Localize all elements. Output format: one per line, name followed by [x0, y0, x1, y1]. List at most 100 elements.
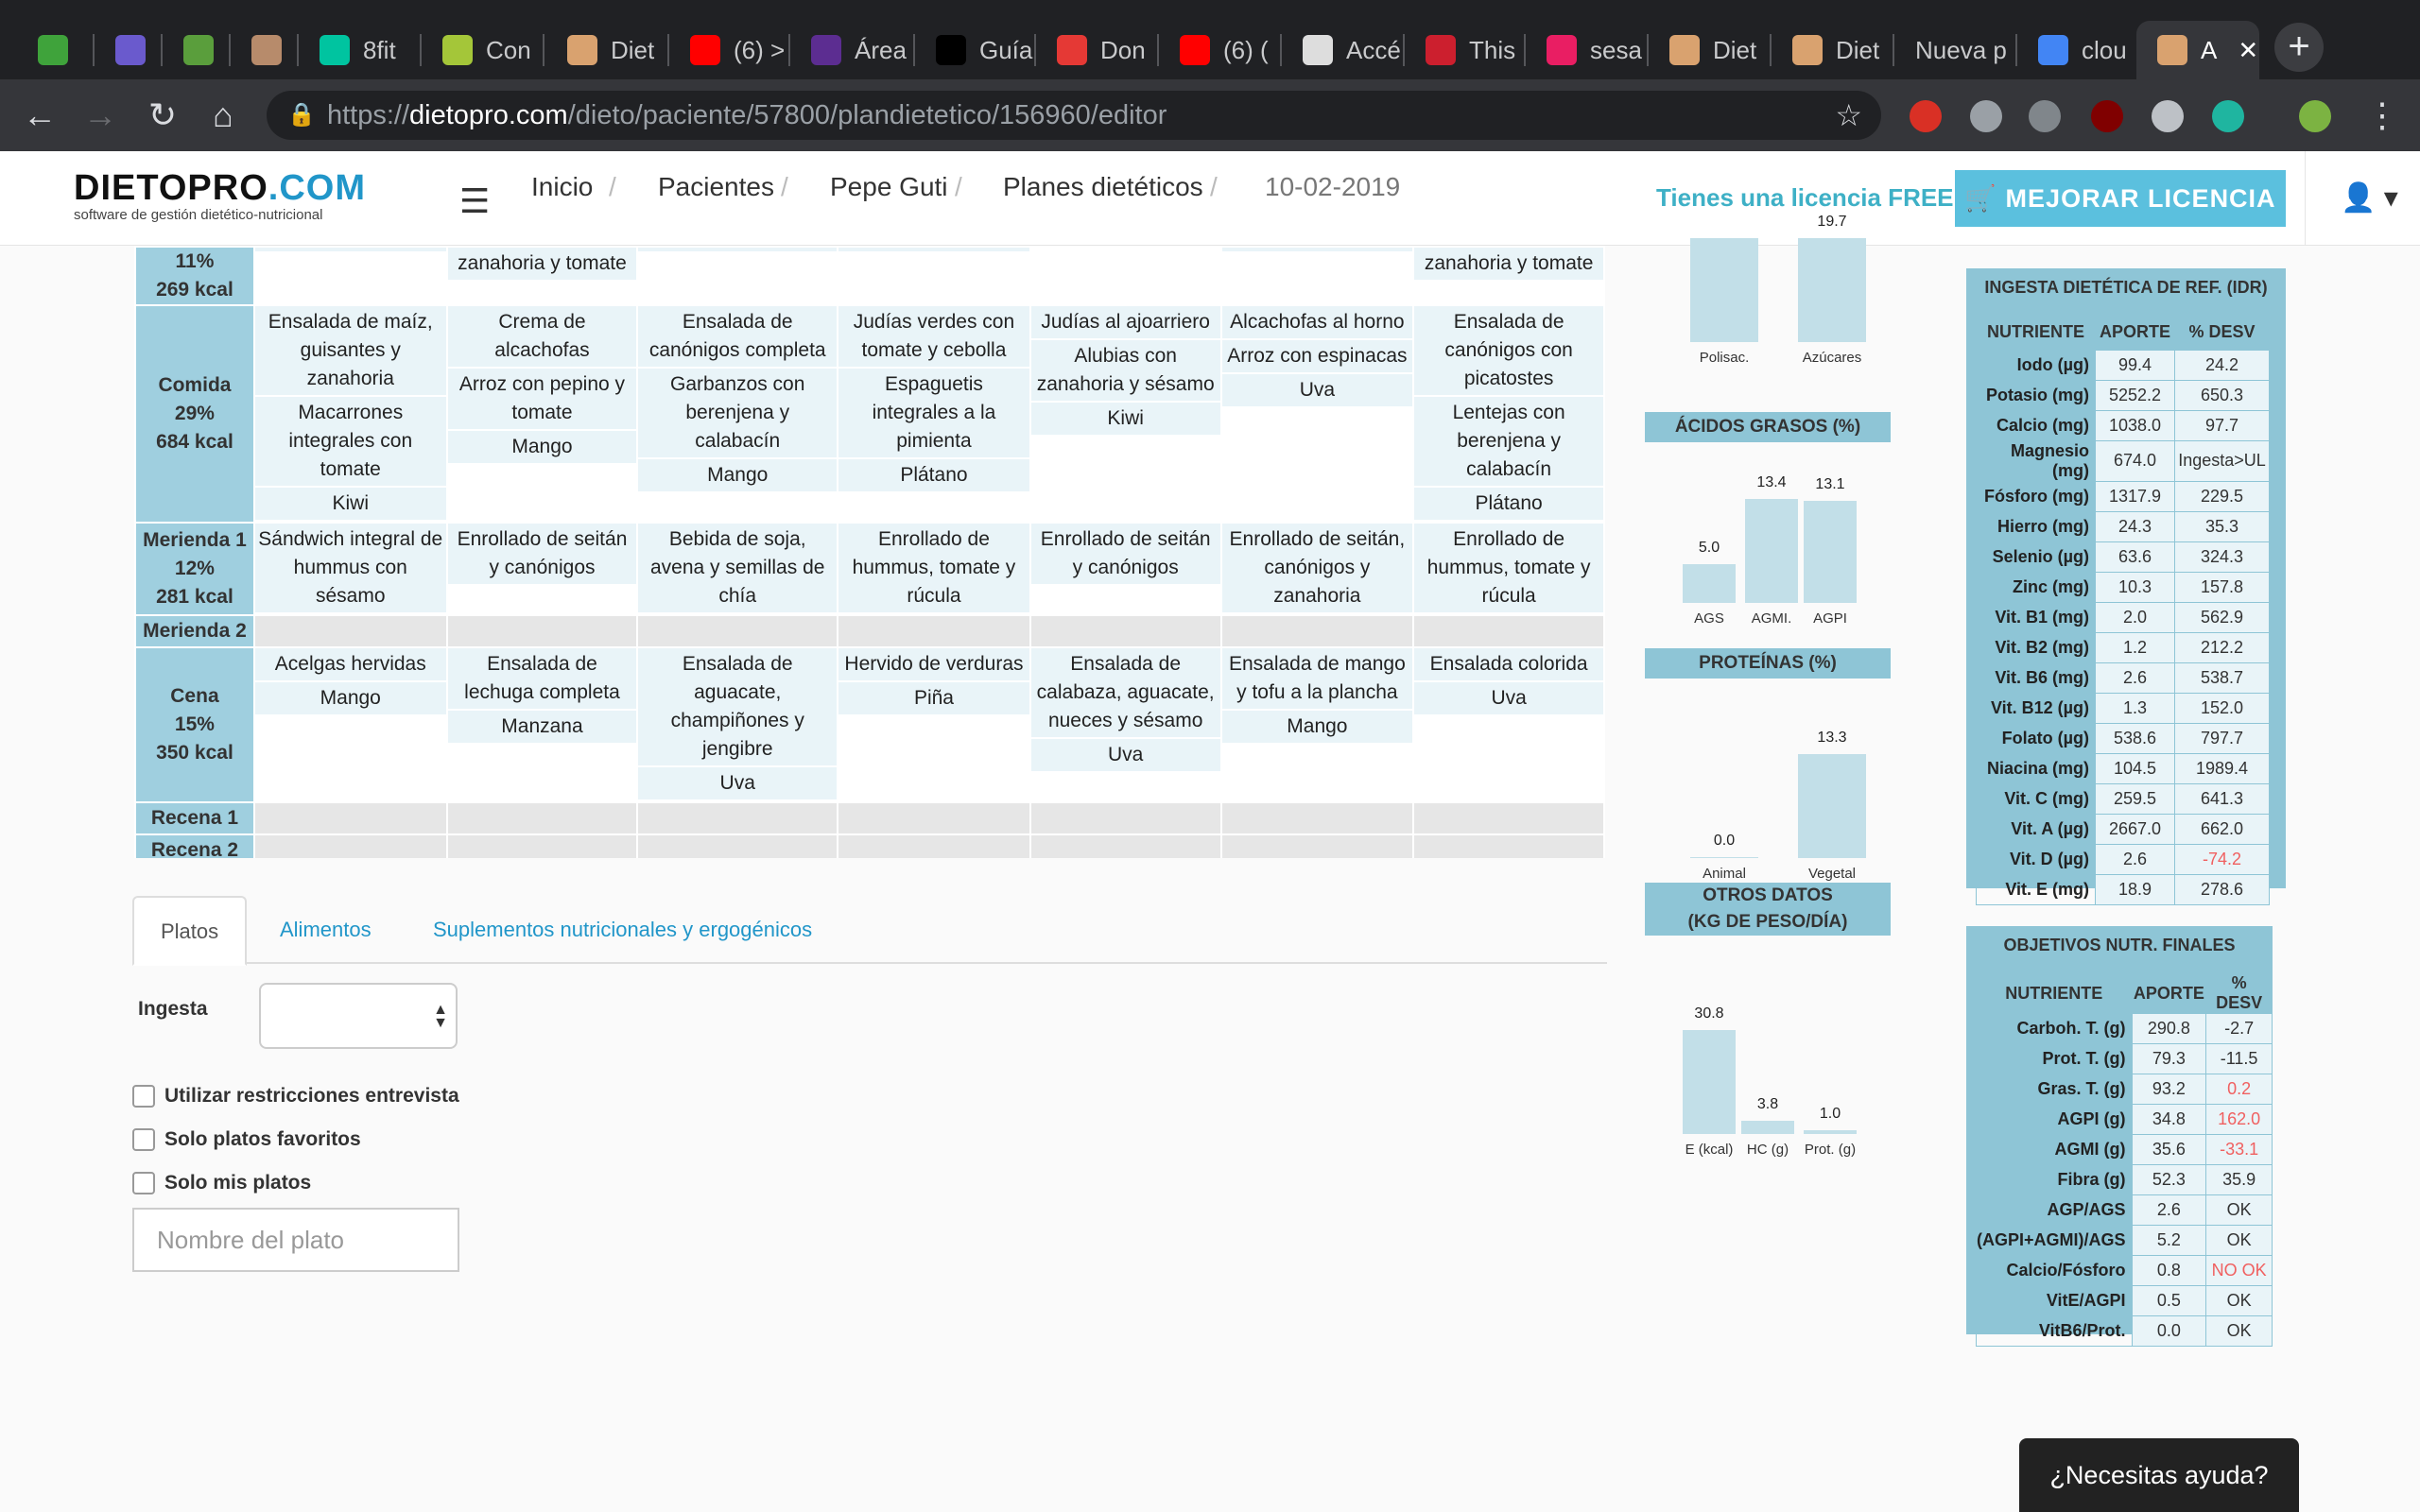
checkbox-favoritos[interactable]: Solo platos favoritos: [132, 1128, 361, 1151]
dish-item[interactable]: Plátano: [1414, 488, 1603, 522]
dish-item[interactable]: Ensalada de mango y tofu a la plancha: [1221, 648, 1413, 711]
checkbox-mis-platos[interactable]: Solo mis platos: [132, 1172, 311, 1194]
dish-item[interactable]: Ensalada de canónigos completa: [638, 306, 838, 369]
breadcrumb-inicio[interactable]: Inicio: [531, 172, 593, 202]
hamburger-menu-icon[interactable]: ☰: [459, 181, 490, 221]
dish-item[interactable]: Mango: [638, 459, 838, 493]
dish-item[interactable]: Piña: [838, 682, 1029, 716]
plan-cell[interactable]: canónigos: [252, 246, 448, 306]
plan-cell[interactable]: Enrollado de hummus, tomate y rúcula: [837, 522, 1031, 616]
breadcrumb-planes[interactable]: Planes dietéticos: [1003, 172, 1203, 202]
checkbox-restricciones[interactable]: Utilizar restricciones entrevista: [132, 1085, 459, 1108]
plan-cell[interactable]: [1028, 246, 1222, 306]
plan-cell[interactable]: Hervido de verduras Piña: [837, 646, 1031, 803]
dish-item[interactable]: Uva: [638, 767, 838, 801]
back-icon[interactable]: ←: [15, 91, 64, 140]
dish-item[interactable]: Enrollado de seitán, canónigos y zanahor…: [1221, 524, 1413, 614]
dish-item[interactable]: Macarrones integrales con tomate: [254, 397, 446, 488]
menu-dots-icon[interactable]: ⋮: [2358, 91, 2407, 140]
plan-cell[interactable]: Ensalada de calabaza, aguacate, nueces y…: [1028, 646, 1222, 803]
dish-item[interactable]: Mango: [254, 682, 446, 716]
tab-alimentos[interactable]: Alimentos: [253, 896, 398, 964]
dish-item[interactable]: Lentejas con berenjena y calabacín: [1414, 397, 1603, 488]
plan-cell[interactable]: Enrollado de seitán, canónigos y zanahor…: [1219, 522, 1415, 616]
browser-tab[interactable]: Guía: [915, 21, 1034, 79]
checkbox-box[interactable]: [132, 1085, 155, 1108]
dish-item[interactable]: Uva: [1030, 739, 1220, 773]
dish-item[interactable]: Kiwi: [254, 488, 446, 522]
dish-item[interactable]: Judías al ajoarriero: [1030, 306, 1220, 340]
user-menu-icon[interactable]: 👤 ▾: [2341, 181, 2398, 215]
dish-item[interactable]: Alubias con zanahoria y sésamo: [1030, 340, 1220, 403]
forward-icon[interactable]: →: [76, 91, 125, 140]
dish-item[interactable]: Bebida de soja, avena y semillas de chía: [638, 524, 838, 614]
dish-item[interactable]: Alcachofas al horno: [1221, 306, 1413, 340]
plan-cell[interactable]: Ensalada de aguacate, champiñones y jeng…: [636, 646, 839, 803]
close-tab-icon[interactable]: ✕: [2238, 36, 2258, 65]
new-tab-button[interactable]: +: [2274, 23, 2324, 72]
plan-cell[interactable]: Ensalada de maíz, guisantes y zanahoria M…: [252, 304, 448, 524]
extension-icon[interactable]: [2091, 100, 2123, 132]
dish-item[interactable]: canónigos: [838, 246, 1029, 253]
extension-icon[interactable]: [2212, 100, 2244, 132]
address-bar[interactable]: 🔒 https://dietopro.com/dieto/paciente/57…: [267, 91, 1881, 140]
bookmark-star-icon[interactable]: ☆: [1835, 91, 1862, 140]
browser-tab[interactable]: sesa: [1526, 21, 1647, 79]
plan-cell[interactable]: Enrollado de seitán y canónigos: [445, 522, 639, 616]
browser-tab[interactable]: Accé: [1282, 21, 1403, 79]
breadcrumb-pacientes[interactable]: Pacientes: [658, 172, 774, 202]
checkbox-box[interactable]: [132, 1172, 155, 1194]
dish-item[interactable]: Enrollado de hummus, tomate y rúcula: [1414, 524, 1603, 614]
dish-item[interactable]: lechuga, rúcula, zanahoria y tomate: [447, 246, 637, 282]
plan-cell[interactable]: canónigos: [1219, 246, 1415, 306]
dish-item[interactable]: Ensalada de maíz, guisantes y zanahoria: [254, 306, 446, 397]
logo[interactable]: DIETOPRO.COM software de gestión dietéti…: [74, 168, 366, 223]
extension-icon[interactable]: [1970, 100, 2002, 132]
plan-cell[interactable]: Crema de alcachofas Arroz con pepino y to…: [445, 304, 639, 524]
plan-cell[interactable]: Bebida de soja, avena y semillas de chía: [636, 522, 839, 616]
plan-cell[interactable]: lechuga, rúcula, zanahoria y tomate: [1412, 246, 1605, 306]
ingesta-select[interactable]: ▲ ▼: [259, 983, 458, 1049]
plan-cell[interactable]: Ensalada de mango y tofu a la plancha Man…: [1219, 646, 1415, 803]
dish-item[interactable]: Plátano: [838, 459, 1029, 493]
browser-tab[interactable]: (6) (: [1159, 21, 1280, 79]
dish-item[interactable]: Ensalada colorida: [1414, 648, 1603, 682]
dish-item[interactable]: Uva: [1414, 682, 1603, 716]
browser-tab[interactable]: 8fit: [299, 21, 420, 79]
dish-item[interactable]: plátano y arándanos: [638, 246, 838, 253]
tab-suplementos[interactable]: Suplementos nutricionales y ergogénicos: [406, 896, 838, 964]
dish-item[interactable]: canónigos: [254, 246, 446, 253]
plan-cell[interactable]: Ensalada colorida Uva: [1412, 646, 1605, 803]
browser-tab[interactable]: Nueva p: [1894, 21, 2015, 79]
profile-avatar[interactable]: [2299, 100, 2331, 132]
browser-tab[interactable]: Diet: [1772, 21, 1893, 79]
dish-item[interactable]: Ensalada de calabaza, aguacate, nueces y…: [1030, 648, 1220, 739]
plan-cell[interactable]: Judías verdes con tomate y cebolla Espagu…: [837, 304, 1031, 524]
plan-cell[interactable]: Acelgas hervidas Mango: [252, 646, 448, 803]
plato-name-input[interactable]: Nombre del plato: [132, 1208, 459, 1272]
dish-item[interactable]: Judías verdes con tomate y cebolla: [838, 306, 1029, 369]
dish-item[interactable]: Manzana: [447, 711, 637, 745]
browser-tab[interactable]: Con: [422, 21, 543, 79]
dish-item[interactable]: Ensalada de aguacate, champiñones y jeng…: [638, 648, 838, 767]
dish-item[interactable]: Ensalada de canónigos con picatostes: [1414, 306, 1603, 397]
dish-item[interactable]: Acelgas hervidas: [254, 648, 446, 682]
dish-item[interactable]: Arroz con pepino y tomate: [447, 369, 637, 431]
home-icon[interactable]: ⌂: [199, 91, 248, 140]
dish-item[interactable]: Sándwich integral de hummus con sésamo: [254, 524, 446, 614]
plan-cell[interactable]: Ensalada de lechuga completa Manzana: [445, 646, 639, 803]
dish-item[interactable]: Mango: [1221, 711, 1413, 745]
plan-cell[interactable]: Enrollado de seitán y canónigos: [1028, 522, 1222, 616]
plan-cell[interactable]: plátano y arándanos: [636, 246, 839, 306]
browser-tab[interactable]: Don: [1036, 21, 1157, 79]
reload-icon[interactable]: ↻: [138, 91, 187, 140]
browser-tab[interactable]: [17, 21, 93, 79]
plan-cell[interactable]: Ensalada de canónigos con picatostes Lent…: [1412, 304, 1605, 524]
dish-item[interactable]: Garbanzos con berenjena y calabacín: [638, 369, 838, 459]
dish-item[interactable]: Uva: [1221, 374, 1413, 408]
dish-item[interactable]: Ensalada de lechuga completa: [447, 648, 637, 711]
browser-tab[interactable]: This: [1405, 21, 1524, 79]
browser-tab[interactable]: Diet: [546, 21, 667, 79]
browser-tab[interactable]: (6) >: [669, 21, 788, 79]
dish-item[interactable]: Enrollado de seitán y canónigos: [1030, 524, 1220, 586]
